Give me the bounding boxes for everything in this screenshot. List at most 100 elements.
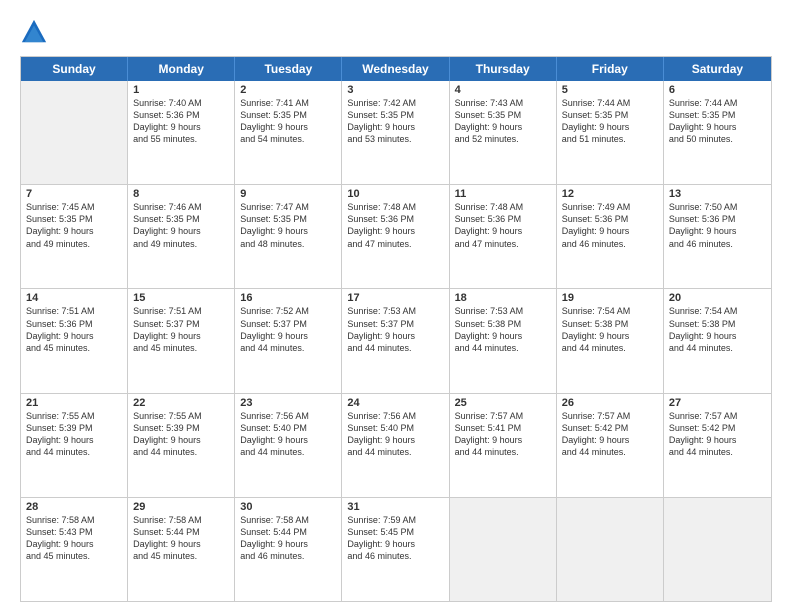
calendar-cell [664, 498, 771, 601]
cell-text: Sunrise: 7:44 AMSunset: 5:35 PMDaylight:… [562, 97, 658, 146]
day-number: 5 [562, 84, 658, 96]
day-number: 13 [669, 188, 766, 200]
cell-text: Sunrise: 7:57 AMSunset: 5:41 PMDaylight:… [455, 410, 551, 459]
cell-text: Sunrise: 7:43 AMSunset: 5:35 PMDaylight:… [455, 97, 551, 146]
calendar-header-cell: Wednesday [342, 57, 449, 81]
calendar-cell [21, 81, 128, 184]
day-number: 15 [133, 292, 229, 304]
calendar-header-cell: Sunday [21, 57, 128, 81]
calendar-cell: 7Sunrise: 7:45 AMSunset: 5:35 PMDaylight… [21, 185, 128, 288]
calendar-header-cell: Saturday [664, 57, 771, 81]
calendar-cell: 8Sunrise: 7:46 AMSunset: 5:35 PMDaylight… [128, 185, 235, 288]
day-number: 26 [562, 397, 658, 409]
header [20, 18, 772, 46]
calendar-cell: 13Sunrise: 7:50 AMSunset: 5:36 PMDayligh… [664, 185, 771, 288]
calendar-cell: 16Sunrise: 7:52 AMSunset: 5:37 PMDayligh… [235, 289, 342, 392]
cell-text: Sunrise: 7:58 AMSunset: 5:44 PMDaylight:… [133, 514, 229, 563]
cell-text: Sunrise: 7:55 AMSunset: 5:39 PMDaylight:… [133, 410, 229, 459]
calendar-cell: 10Sunrise: 7:48 AMSunset: 5:36 PMDayligh… [342, 185, 449, 288]
day-number: 31 [347, 501, 443, 513]
cell-text: Sunrise: 7:52 AMSunset: 5:37 PMDaylight:… [240, 305, 336, 354]
calendar-cell: 22Sunrise: 7:55 AMSunset: 5:39 PMDayligh… [128, 394, 235, 497]
calendar-body: 1Sunrise: 7:40 AMSunset: 5:36 PMDaylight… [21, 81, 771, 601]
day-number: 14 [26, 292, 122, 304]
cell-text: Sunrise: 7:48 AMSunset: 5:36 PMDaylight:… [347, 201, 443, 250]
calendar-cell: 27Sunrise: 7:57 AMSunset: 5:42 PMDayligh… [664, 394, 771, 497]
calendar-header-row: SundayMondayTuesdayWednesdayThursdayFrid… [21, 57, 771, 81]
cell-text: Sunrise: 7:58 AMSunset: 5:44 PMDaylight:… [240, 514, 336, 563]
cell-text: Sunrise: 7:57 AMSunset: 5:42 PMDaylight:… [562, 410, 658, 459]
cell-text: Sunrise: 7:41 AMSunset: 5:35 PMDaylight:… [240, 97, 336, 146]
day-number: 8 [133, 188, 229, 200]
calendar-cell: 17Sunrise: 7:53 AMSunset: 5:37 PMDayligh… [342, 289, 449, 392]
calendar-row: 21 Sunrise: 7:55 AMSunset: 5:39 PMDayligh… [21, 394, 771, 498]
day-number: 19 [562, 292, 658, 304]
cell-text: Sunrise: 7:56 AMSunset: 5:40 PMDaylight:… [240, 410, 336, 459]
calendar-row: 28Sunrise: 7:58 AMSunset: 5:43 PMDayligh… [21, 498, 771, 601]
day-number: 12 [562, 188, 658, 200]
day-number: 18 [455, 292, 551, 304]
day-number: 29 [133, 501, 229, 513]
cell-text: Sunrise: 7:54 AMSunset: 5:38 PMDaylight:… [669, 305, 766, 354]
day-number: 7 [26, 188, 122, 200]
logo [20, 18, 52, 46]
page: SundayMondayTuesdayWednesdayThursdayFrid… [0, 0, 792, 612]
calendar-cell: 23Sunrise: 7:56 AMSunset: 5:40 PMDayligh… [235, 394, 342, 497]
calendar-cell: 1Sunrise: 7:40 AMSunset: 5:36 PMDaylight… [128, 81, 235, 184]
day-number: 20 [669, 292, 766, 304]
day-number: 22 [133, 397, 229, 409]
day-number: 23 [240, 397, 336, 409]
calendar-cell: 26Sunrise: 7:57 AMSunset: 5:42 PMDayligh… [557, 394, 664, 497]
calendar-header-cell: Tuesday [235, 57, 342, 81]
day-number: 11 [455, 188, 551, 200]
calendar-header-cell: Monday [128, 57, 235, 81]
cell-text: Sunrise: 7:56 AMSunset: 5:40 PMDaylight:… [347, 410, 443, 459]
logo-icon [20, 18, 48, 46]
calendar-cell: 31Sunrise: 7:59 AMSunset: 5:45 PMDayligh… [342, 498, 449, 601]
calendar-cell: 29Sunrise: 7:58 AMSunset: 5:44 PMDayligh… [128, 498, 235, 601]
cell-text: Sunrise: 7:45 AMSunset: 5:35 PMDaylight:… [26, 201, 122, 250]
cell-text: Sunrise: 7:44 AMSunset: 5:35 PMDaylight:… [669, 97, 766, 146]
cell-text: Sunrise: 7:57 AMSunset: 5:42 PMDaylight:… [669, 410, 766, 459]
day-number: 6 [669, 84, 766, 96]
calendar-cell: 28Sunrise: 7:58 AMSunset: 5:43 PMDayligh… [21, 498, 128, 601]
cell-text: Sunrise: 7:51 AMSunset: 5:36 PMDaylight:… [26, 305, 122, 354]
calendar-cell: 3Sunrise: 7:42 AMSunset: 5:35 PMDaylight… [342, 81, 449, 184]
cell-text: Sunrise: 7:46 AMSunset: 5:35 PMDaylight:… [133, 201, 229, 250]
calendar-cell: 25Sunrise: 7:57 AMSunset: 5:41 PMDayligh… [450, 394, 557, 497]
cell-text: Sunrise: 7:42 AMSunset: 5:35 PMDaylight:… [347, 97, 443, 146]
day-number: 3 [347, 84, 443, 96]
calendar-cell: 9Sunrise: 7:47 AMSunset: 5:35 PMDaylight… [235, 185, 342, 288]
calendar-cell: 14Sunrise: 7:51 AMSunset: 5:36 PMDayligh… [21, 289, 128, 392]
calendar-cell: 6Sunrise: 7:44 AMSunset: 5:35 PMDaylight… [664, 81, 771, 184]
calendar-cell: 4Sunrise: 7:43 AMSunset: 5:35 PMDaylight… [450, 81, 557, 184]
calendar-header-cell: Friday [557, 57, 664, 81]
cell-text: Sunrise: 7:53 AMSunset: 5:38 PMDaylight:… [455, 305, 551, 354]
cell-text: Sunrise: 7:47 AMSunset: 5:35 PMDaylight:… [240, 201, 336, 250]
cell-text: Sunrise: 7:51 AMSunset: 5:37 PMDaylight:… [133, 305, 229, 354]
day-number: 9 [240, 188, 336, 200]
calendar-cell [557, 498, 664, 601]
calendar-header-cell: Thursday [450, 57, 557, 81]
calendar-cell: 30Sunrise: 7:58 AMSunset: 5:44 PMDayligh… [235, 498, 342, 601]
day-number: 25 [455, 397, 551, 409]
day-number: 28 [26, 501, 122, 513]
calendar-row: 14Sunrise: 7:51 AMSunset: 5:36 PMDayligh… [21, 289, 771, 393]
calendar-cell: 11Sunrise: 7:48 AMSunset: 5:36 PMDayligh… [450, 185, 557, 288]
day-number: 27 [669, 397, 766, 409]
calendar-cell: 2Sunrise: 7:41 AMSunset: 5:35 PMDaylight… [235, 81, 342, 184]
cell-text: Sunrise: 7:59 AMSunset: 5:45 PMDaylight:… [347, 514, 443, 563]
day-number: 10 [347, 188, 443, 200]
cell-text: Sunrise: 7:53 AMSunset: 5:37 PMDaylight:… [347, 305, 443, 354]
day-number: 4 [455, 84, 551, 96]
day-number: 1 [133, 84, 229, 96]
calendar-cell: 20Sunrise: 7:54 AMSunset: 5:38 PMDayligh… [664, 289, 771, 392]
calendar-cell: 15Sunrise: 7:51 AMSunset: 5:37 PMDayligh… [128, 289, 235, 392]
calendar-cell: 19Sunrise: 7:54 AMSunset: 5:38 PMDayligh… [557, 289, 664, 392]
calendar-row: 7Sunrise: 7:45 AMSunset: 5:35 PMDaylight… [21, 185, 771, 289]
day-number: 17 [347, 292, 443, 304]
day-number: 21 [26, 397, 122, 409]
calendar-cell: 21Sunrise: 7:55 AMSunset: 5:39 PMDayligh… [21, 394, 128, 497]
calendar-cell: 5Sunrise: 7:44 AMSunset: 5:35 PMDaylight… [557, 81, 664, 184]
cell-text: Sunrise: 7:54 AMSunset: 5:38 PMDaylight:… [562, 305, 658, 354]
